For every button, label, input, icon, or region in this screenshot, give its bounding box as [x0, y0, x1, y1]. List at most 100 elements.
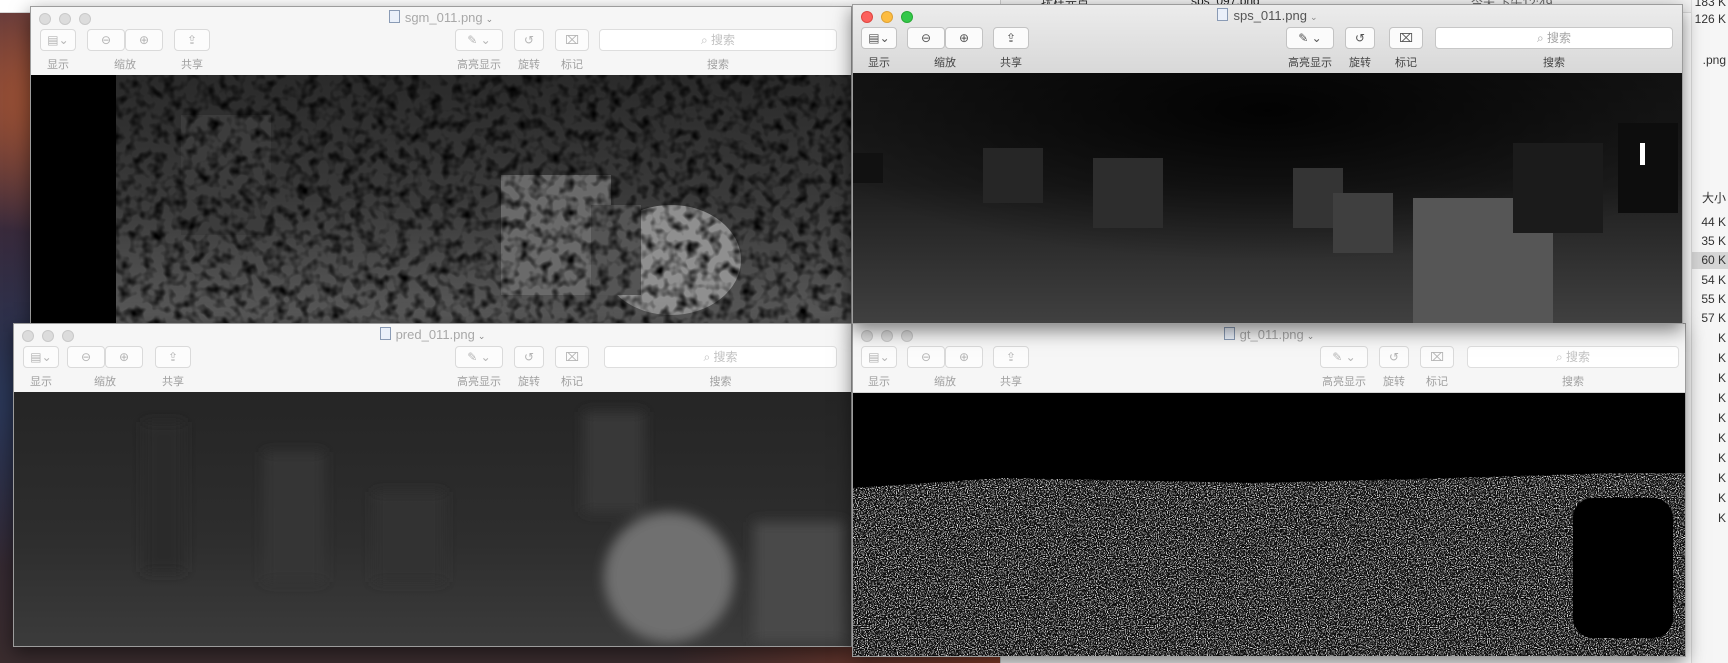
- zoom-in-button[interactable]: ⊕: [105, 346, 143, 368]
- share-button[interactable]: ⇪: [993, 346, 1029, 368]
- rotate-button[interactable]: ↺: [514, 346, 544, 368]
- window-title-text: pred_011.png: [395, 327, 475, 342]
- size-cell: 126 K: [1694, 12, 1726, 26]
- search-placeholder: 搜索: [711, 33, 736, 47]
- zoom-out-icon: ⊖: [920, 350, 932, 364]
- magnifier-icon: ⌕: [700, 33, 712, 47]
- zoom-label: 缩放: [114, 59, 136, 71]
- markup-button[interactable]: ⌧: [555, 346, 589, 368]
- rotate-icon: ↺: [1388, 350, 1400, 364]
- magnifier-icon: ⌕: [703, 350, 714, 364]
- png-file-icon: [1223, 327, 1235, 340]
- rotate-label: 旋转: [1383, 376, 1405, 388]
- chevron-down-icon[interactable]: ⌄: [478, 331, 486, 341]
- chevron-down-icon[interactable]: ⌄: [486, 14, 494, 24]
- toolbox-icon: ⌧: [1430, 350, 1444, 364]
- search-field[interactable]: ⌕ 搜索: [599, 29, 837, 51]
- zoom-in-button[interactable]: ⊕: [125, 29, 163, 51]
- zoom-out-button[interactable]: ⊖: [67, 346, 105, 368]
- size-cell: K: [1717, 451, 1726, 465]
- markup-label: 标记: [561, 376, 583, 388]
- zoom-out-button[interactable]: ⊖: [907, 346, 945, 368]
- share-button[interactable]: ⇪: [174, 29, 210, 51]
- rotate-button[interactable]: ↺: [1345, 27, 1375, 49]
- search-field[interactable]: ⌕ 搜索: [1467, 346, 1679, 368]
- image-canvas-sps: [853, 73, 1682, 323]
- highlighter-icon: ✎ ⌄: [467, 350, 491, 364]
- size-column-header[interactable]: 大小: [1692, 190, 1728, 207]
- sidebar-icon: ▤⌄: [868, 350, 890, 364]
- zoom-label: 缩放: [934, 376, 956, 388]
- highlight-button[interactable]: ✎ ⌄: [455, 346, 503, 368]
- search-placeholder: 搜索: [713, 350, 738, 364]
- gt-sparse-depth-image: [853, 393, 1685, 656]
- size-cell: 44 K: [1701, 215, 1726, 229]
- zoom-in-button[interactable]: ⊕: [945, 27, 983, 49]
- sidebar-toggle-button[interactable]: ▤⌄: [23, 346, 59, 368]
- sidebar-icon: ▤⌄: [868, 31, 890, 45]
- highlight-button[interactable]: ✎ ⌄: [1320, 346, 1368, 368]
- toolbox-icon: ⌧: [565, 350, 579, 364]
- zoom-out-button[interactable]: ⊖: [87, 29, 125, 51]
- highlight-label: 高亮显示: [1288, 57, 1332, 69]
- sidebar-icon: ▤⌄: [30, 350, 52, 364]
- preview-window-sgm[interactable]: sgm_011.png ⌄ ▤⌄ 显示 ⊖ ⊕ 缩放 ⇪ 共享 ✎ ⌄ 高亮显示 …: [30, 6, 852, 326]
- chevron-down-icon[interactable]: ⌄: [1307, 331, 1315, 341]
- highlight-button[interactable]: ✎ ⌄: [1286, 27, 1334, 49]
- size-cell: K: [1717, 371, 1726, 385]
- sidebar-toggle-button[interactable]: ▤⌄: [861, 27, 897, 49]
- size-cell: K: [1717, 511, 1726, 525]
- size-cell: 54 K: [1701, 273, 1726, 287]
- window-title[interactable]: pred_011.png ⌄: [14, 327, 851, 342]
- markup-button[interactable]: ⌧: [1389, 27, 1423, 49]
- sidebar-toggle-button[interactable]: ▤⌄: [40, 29, 76, 51]
- magnifier-icon: ⌕: [1536, 31, 1548, 45]
- size-cell: 57 K: [1701, 311, 1726, 325]
- zoom-in-icon: ⊕: [958, 31, 970, 45]
- image-canvas-gt: [853, 393, 1685, 656]
- highlighter-icon: ✎ ⌄: [1332, 350, 1356, 364]
- sidebar-toggle-button[interactable]: ▤⌄: [861, 346, 897, 368]
- preview-window-pred[interactable]: pred_011.png ⌄ ▤⌄ 显示 ⊖ ⊕ 缩放 ⇪ 共享 ✎ ⌄ 高亮显示…: [13, 323, 852, 647]
- markup-label: 标记: [1395, 57, 1417, 69]
- share-icon: ⇪: [186, 33, 198, 47]
- share-label: 共享: [162, 376, 184, 388]
- size-cell-selected[interactable]: 60 K: [1692, 252, 1728, 269]
- share-button[interactable]: ⇪: [993, 27, 1029, 49]
- zoom-label: 缩放: [94, 376, 116, 388]
- zoom-in-button[interactable]: ⊕: [945, 346, 983, 368]
- highlight-label: 高亮显示: [1322, 376, 1366, 388]
- search-field[interactable]: ⌕ 搜索: [604, 346, 837, 368]
- window-title[interactable]: sgm_011.png ⌄: [31, 10, 851, 25]
- share-icon: ⇪: [167, 350, 179, 364]
- search-field[interactable]: ⌕ 搜索: [1435, 27, 1673, 49]
- zoom-in-icon: ⊕: [118, 350, 130, 364]
- share-label: 共享: [181, 59, 203, 71]
- window-title[interactable]: gt_011.png ⌄: [853, 327, 1685, 342]
- highlight-button[interactable]: ✎ ⌄: [455, 29, 503, 51]
- chevron-down-icon[interactable]: ⌄: [1310, 12, 1318, 22]
- highlight-label: 高亮显示: [457, 376, 501, 388]
- rotate-label: 旋转: [518, 59, 540, 71]
- png-file-icon: [388, 10, 400, 23]
- size-cell: K: [1717, 431, 1726, 445]
- rotate-icon: ↺: [523, 350, 535, 364]
- finder-size-column: 183 K 126 K 大小 44 K 35 K 60 K 54 K 55 K …: [1691, 0, 1728, 663]
- rotate-button[interactable]: ↺: [514, 29, 544, 51]
- zoom-label: 缩放: [934, 57, 956, 69]
- markup-button[interactable]: ⌧: [1420, 346, 1454, 368]
- highlighter-icon: ✎ ⌄: [467, 33, 491, 47]
- markup-button[interactable]: ⌧: [555, 29, 589, 51]
- window-title[interactable]: sps_011.png ⌄: [853, 8, 1682, 23]
- preview-window-gt[interactable]: gt_011.png ⌄ ▤⌄ 显示 ⊖ ⊕ 缩放 ⇪ 共享 ✎ ⌄ 高亮显示 ↺…: [852, 323, 1686, 657]
- highlighter-icon: ✎ ⌄: [1298, 31, 1322, 45]
- search-placeholder: 搜索: [1566, 350, 1591, 364]
- preview-window-sps[interactable]: sps_011.png ⌄ ▤⌄ 显示 ⊖ ⊕ 缩放 ⇪ 共享 ✎ ⌄ 高亮显示 …: [852, 4, 1683, 324]
- share-icon: ⇪: [1005, 350, 1017, 364]
- view-label: 显示: [868, 376, 890, 388]
- share-button[interactable]: ⇪: [155, 346, 191, 368]
- toolbox-icon: ⌧: [565, 33, 579, 47]
- highlight-label: 高亮显示: [457, 59, 501, 71]
- zoom-out-button[interactable]: ⊖: [907, 27, 945, 49]
- rotate-button[interactable]: ↺: [1379, 346, 1409, 368]
